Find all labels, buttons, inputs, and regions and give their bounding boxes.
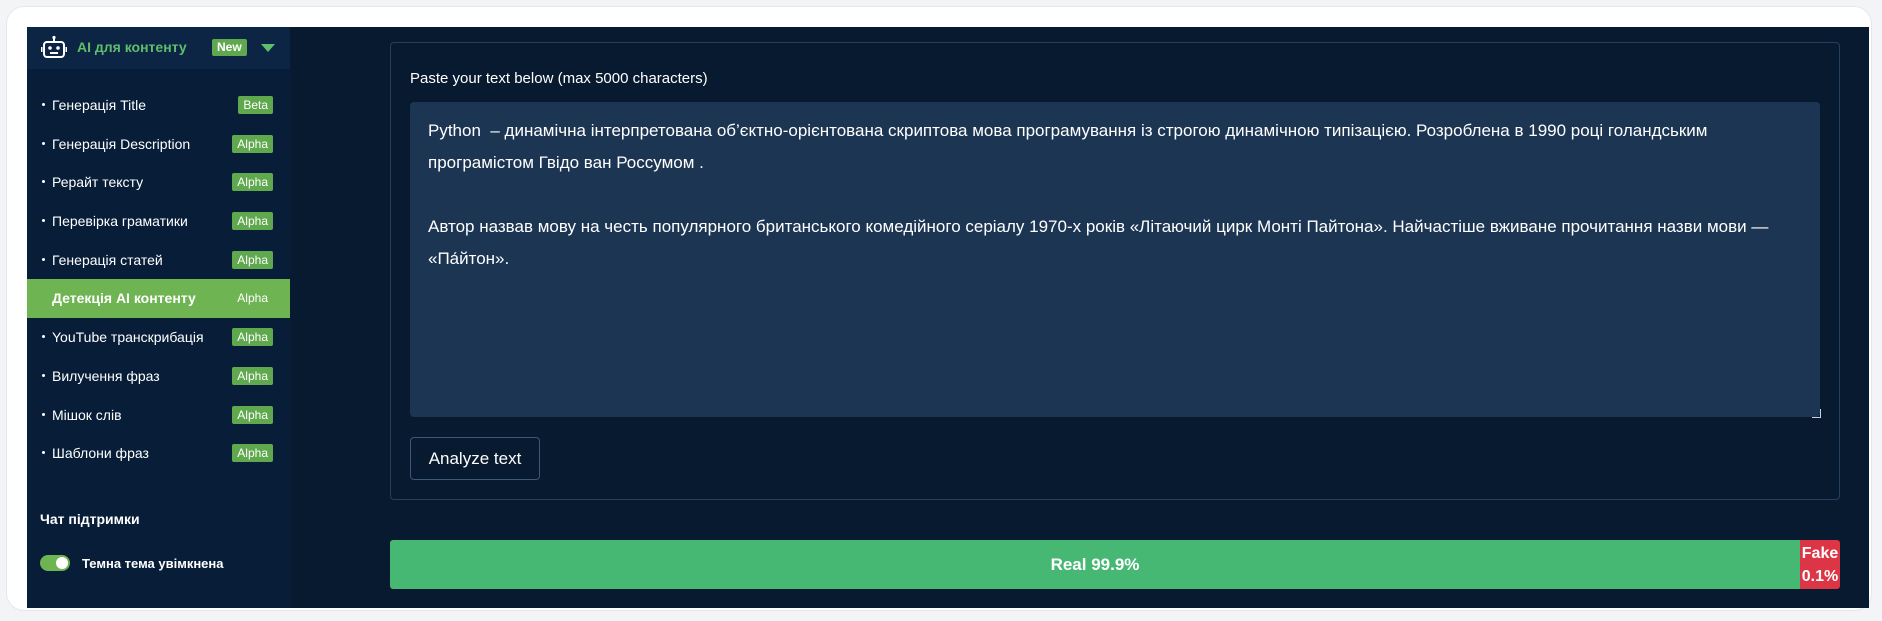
status-badge: Alpha bbox=[237, 291, 268, 306]
sidebar-header-label: AI для контенту bbox=[77, 39, 187, 55]
bullet-icon bbox=[42, 335, 45, 339]
sidebar-item-description-generation[interactable]: Генерація Description Alpha bbox=[27, 125, 290, 164]
status-badge: Alpha bbox=[232, 328, 273, 347]
sidebar-item-rewrite[interactable]: Рерайт тексту Alpha bbox=[27, 163, 290, 202]
status-badge: Alpha bbox=[232, 366, 273, 385]
status-badge: Alpha bbox=[232, 444, 273, 463]
sidebar-item-phrase-templates[interactable]: Шаблони фраз Alpha bbox=[27, 434, 290, 473]
sidebar-item-label: Шаблони фраз bbox=[52, 445, 149, 462]
robot-icon bbox=[41, 35, 67, 58]
text-input-card: Paste your text below (max 5000 characte… bbox=[390, 42, 1840, 500]
status-badge: Alpha bbox=[232, 134, 273, 153]
status-badge: Alpha bbox=[232, 212, 273, 231]
chevron-down-icon[interactable] bbox=[261, 44, 275, 52]
support-chat-link[interactable]: Чат підтримки bbox=[40, 511, 140, 527]
sidebar-item-phrase-extraction[interactable]: Вилучення фраз Alpha bbox=[27, 357, 290, 396]
sidebar: AI для контенту New Генерація Title Beta… bbox=[27, 27, 290, 608]
sidebar-header[interactable]: AI для контенту New bbox=[27, 27, 290, 69]
dark-theme-label: Темна тема увімкнена bbox=[82, 556, 224, 571]
sidebar-item-label: Генерація статей bbox=[52, 251, 163, 268]
sidebar-item-grammar-check[interactable]: Перевірка граматики Alpha bbox=[27, 202, 290, 241]
status-badge: Alpha bbox=[232, 173, 273, 192]
sidebar-item-label: Детекція AI контенту bbox=[52, 290, 196, 307]
bullet-icon bbox=[42, 373, 45, 377]
sidebar-item-label: Генерація Description bbox=[52, 135, 191, 152]
sidebar-item-label: Перевірка граматики bbox=[52, 213, 188, 230]
fake-percent: 0.1% bbox=[1801, 568, 1839, 585]
sidebar-item-bag-of-words[interactable]: Мішок слів Alpha bbox=[27, 396, 290, 435]
fake-label: Fake bbox=[1801, 545, 1839, 562]
sidebar-item-youtube-transcription[interactable]: YouTube транскрибація Alpha bbox=[27, 318, 290, 357]
analyze-button[interactable]: Analyze text bbox=[410, 437, 540, 480]
status-badge: Alpha bbox=[232, 250, 273, 269]
status-badge: Alpha bbox=[232, 405, 273, 424]
sidebar-item-label: YouTube транскрибація bbox=[52, 329, 204, 346]
sidebar-item-title-generation[interactable]: Генерація Title Beta bbox=[27, 86, 290, 125]
result-bar: Real 99.9% Fake 0.1% bbox=[390, 540, 1840, 589]
sidebar-item-article-generation[interactable]: Генерація статей Alpha bbox=[27, 241, 290, 280]
window-frame: AI для контенту New Генерація Title Beta… bbox=[6, 6, 1872, 611]
bullet-icon bbox=[42, 141, 45, 145]
resize-handle-icon[interactable] bbox=[1812, 409, 1821, 418]
bullet-icon bbox=[42, 180, 45, 184]
bullet-icon bbox=[42, 412, 45, 416]
bullet-icon bbox=[42, 103, 45, 106]
text-input-label: Paste your text below (max 5000 characte… bbox=[410, 70, 708, 87]
sidebar-menu: Генерація Title Beta Генерація Descripti… bbox=[27, 86, 290, 473]
bullet-icon bbox=[42, 451, 45, 455]
bullet-icon bbox=[42, 219, 45, 223]
fake-segment: Fake 0.1% bbox=[1800, 540, 1840, 589]
status-badge: Beta bbox=[238, 96, 273, 114]
new-badge: New bbox=[212, 39, 247, 56]
dark-theme-toggle[interactable] bbox=[40, 555, 70, 571]
text-input-area[interactable]: Python – динамічна інтерпретована об’єкт… bbox=[410, 102, 1820, 417]
bullet-icon bbox=[42, 257, 45, 261]
sidebar-item-label: Рерайт тексту bbox=[52, 174, 144, 191]
sidebar-item-label: Мішок слів bbox=[52, 406, 122, 423]
sidebar-item-label: Вилучення фраз bbox=[52, 367, 160, 384]
sidebar-item-label: Генерація Title bbox=[52, 97, 147, 113]
app-container: AI для контенту New Генерація Title Beta… bbox=[27, 27, 1869, 608]
real-segment: Real 99.9% bbox=[390, 540, 1800, 589]
sidebar-item-ai-detection[interactable]: Детекція AI контенту Alpha bbox=[27, 279, 290, 319]
